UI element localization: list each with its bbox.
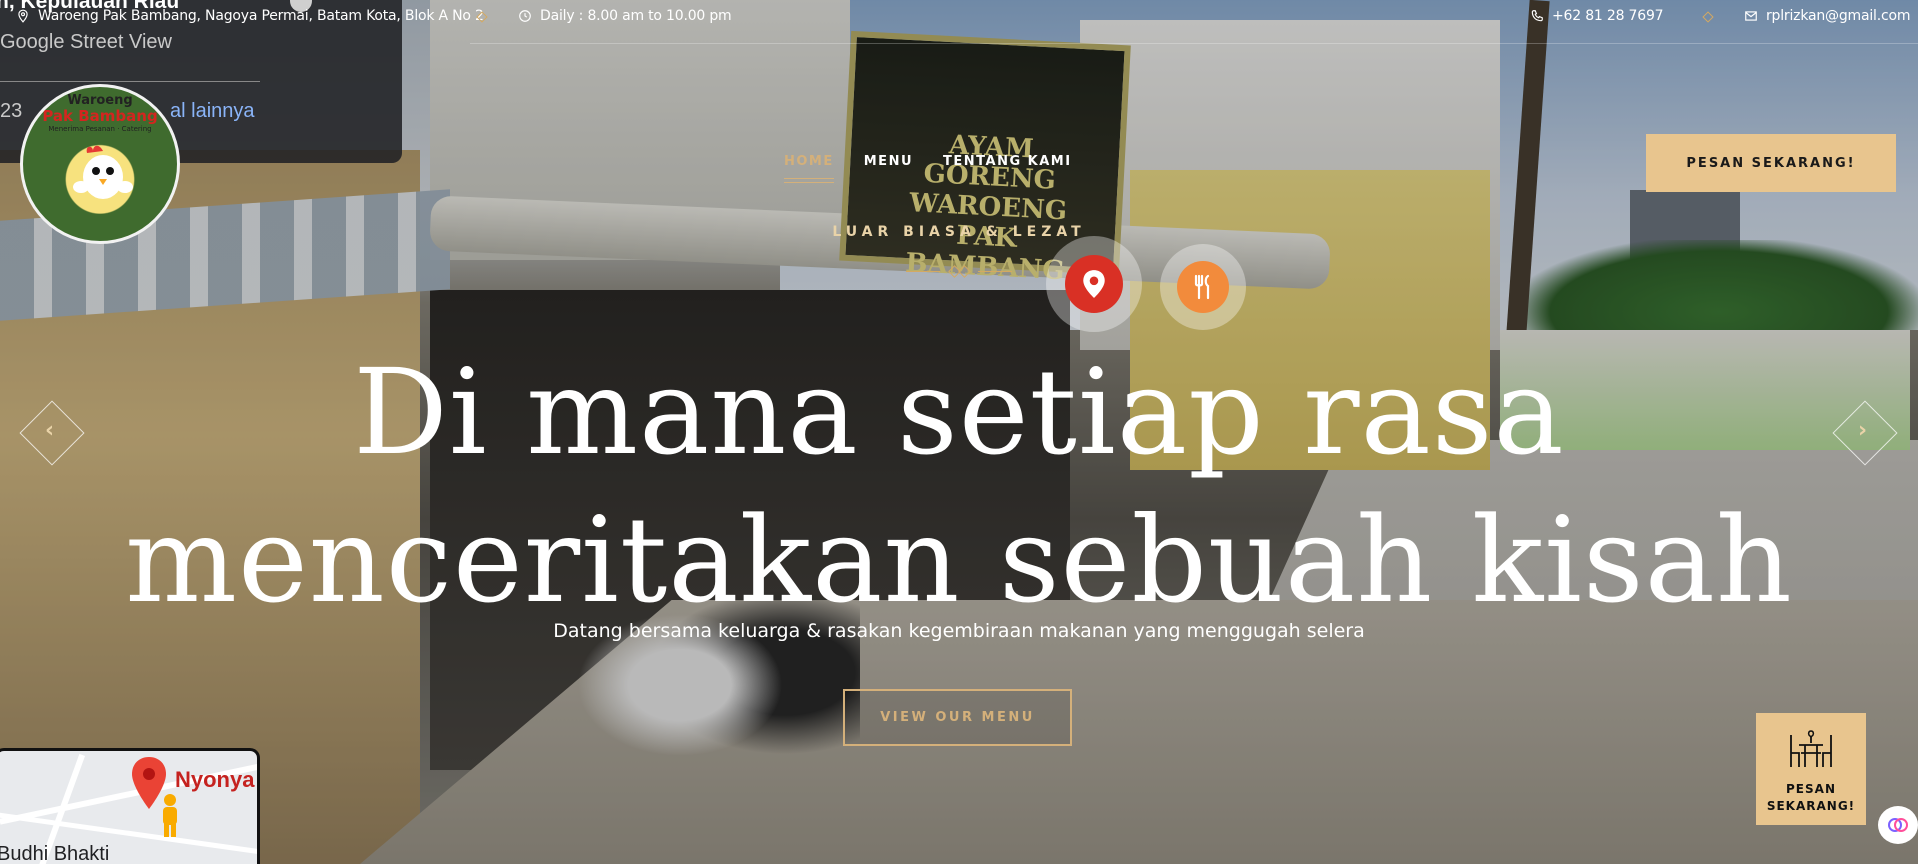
- floating-booking-label-1: PESAN: [1786, 782, 1836, 796]
- map-label: Nyonya: [175, 767, 255, 792]
- hero-subtitle: LUAR BIASA & LEZAT: [832, 224, 1086, 240]
- phone-info[interactable]: +62 81​ 28 7697: [1530, 8, 1664, 24]
- logo-line: Pak Bambang: [42, 107, 158, 125]
- logo-line: Waroeng: [67, 93, 133, 108]
- email-text[interactable]: rplrizkan@gmail.com: [1766, 8, 1910, 24]
- street-view-year: 23: [0, 100, 23, 122]
- hero-headline: Di mana setiap rasa menceritakan sebuah …: [0, 338, 1918, 634]
- mail-icon: [1745, 11, 1757, 21]
- divider: [0, 81, 260, 82]
- floating-booking-label-2: SEKARANG!: [1766, 799, 1856, 813]
- view-our-menu-button[interactable]: VIEW OUR MENU: [843, 689, 1072, 746]
- chevron-right-icon: ›: [1858, 418, 1868, 443]
- address-info: Waroeng Pak Bambang, Nagoya Permai, Bata…: [16, 8, 484, 24]
- street-view-minimap[interactable]: Nyonya Budhi Bhakti: [0, 748, 260, 864]
- location-pin-icon: [18, 9, 28, 23]
- chicken-mascot-icon: [73, 145, 133, 199]
- headline-line: Di mana setiap rasa: [353, 343, 1565, 481]
- floating-booking-button[interactable]: PESAN SEKARANG!: [1756, 713, 1866, 825]
- order-now-button[interactable]: PESAN SEKARANG!: [1646, 134, 1896, 192]
- restaurant-marker[interactable]: [1160, 244, 1246, 330]
- dining-table-icon: [1790, 730, 1832, 767]
- hero-tagline: Datang bersama keluarga & rasakan kegemb…: [553, 620, 1365, 642]
- chevron-left-icon: ‹: [45, 418, 55, 443]
- nav-item-menu[interactable]: MENU: [864, 154, 913, 169]
- hours-info: Daily : 8.00 am to 10.00 pm: [518, 8, 732, 24]
- clock-icon: [519, 10, 531, 22]
- top-info-bar: Waroeng Pak Bambang, Nagoya Permai, Bata…: [0, 0, 1918, 36]
- browser-extension-icon[interactable]: [1878, 806, 1918, 844]
- map-pin-icon: [1083, 270, 1105, 298]
- site-logo[interactable]: Waroeng Pak Bambang Menerima Pesanan · C…: [20, 84, 180, 244]
- main-nav: HOME MENU TENTANG KAMI: [784, 154, 1072, 183]
- phone-text[interactable]: +62 81​ 28 7697: [1552, 8, 1664, 24]
- pegman-icon[interactable]: [157, 793, 183, 839]
- logo-line: Menerima Pesanan · Catering: [48, 125, 152, 133]
- email-info[interactable]: rplrizkan@gmail.com: [1744, 8, 1910, 24]
- separator-diamond: [1702, 11, 1714, 23]
- hours-text: Daily : 8.00 am to 10.00 pm: [540, 8, 732, 24]
- map-label: Budhi Bhakti: [0, 843, 110, 864]
- street-view-more-link[interactable]: al lainnya: [170, 100, 255, 123]
- topbar-divider: [470, 43, 1918, 44]
- phone-icon: [1531, 10, 1543, 22]
- nav-item-tentang-kami[interactable]: TENTANG KAMI: [943, 154, 1072, 169]
- nav-item-home[interactable]: HOME: [784, 154, 834, 183]
- location-marker[interactable]: [1046, 236, 1142, 332]
- subtitle-ornament: [906, 265, 1012, 278]
- brain-icon: [1888, 818, 1908, 832]
- fork-knife-icon: [1194, 274, 1210, 300]
- headline-line: menceritakan sebuah kisah: [125, 491, 1793, 629]
- address-text: Waroeng Pak Bambang, Nagoya Permai, Bata…: [38, 8, 484, 24]
